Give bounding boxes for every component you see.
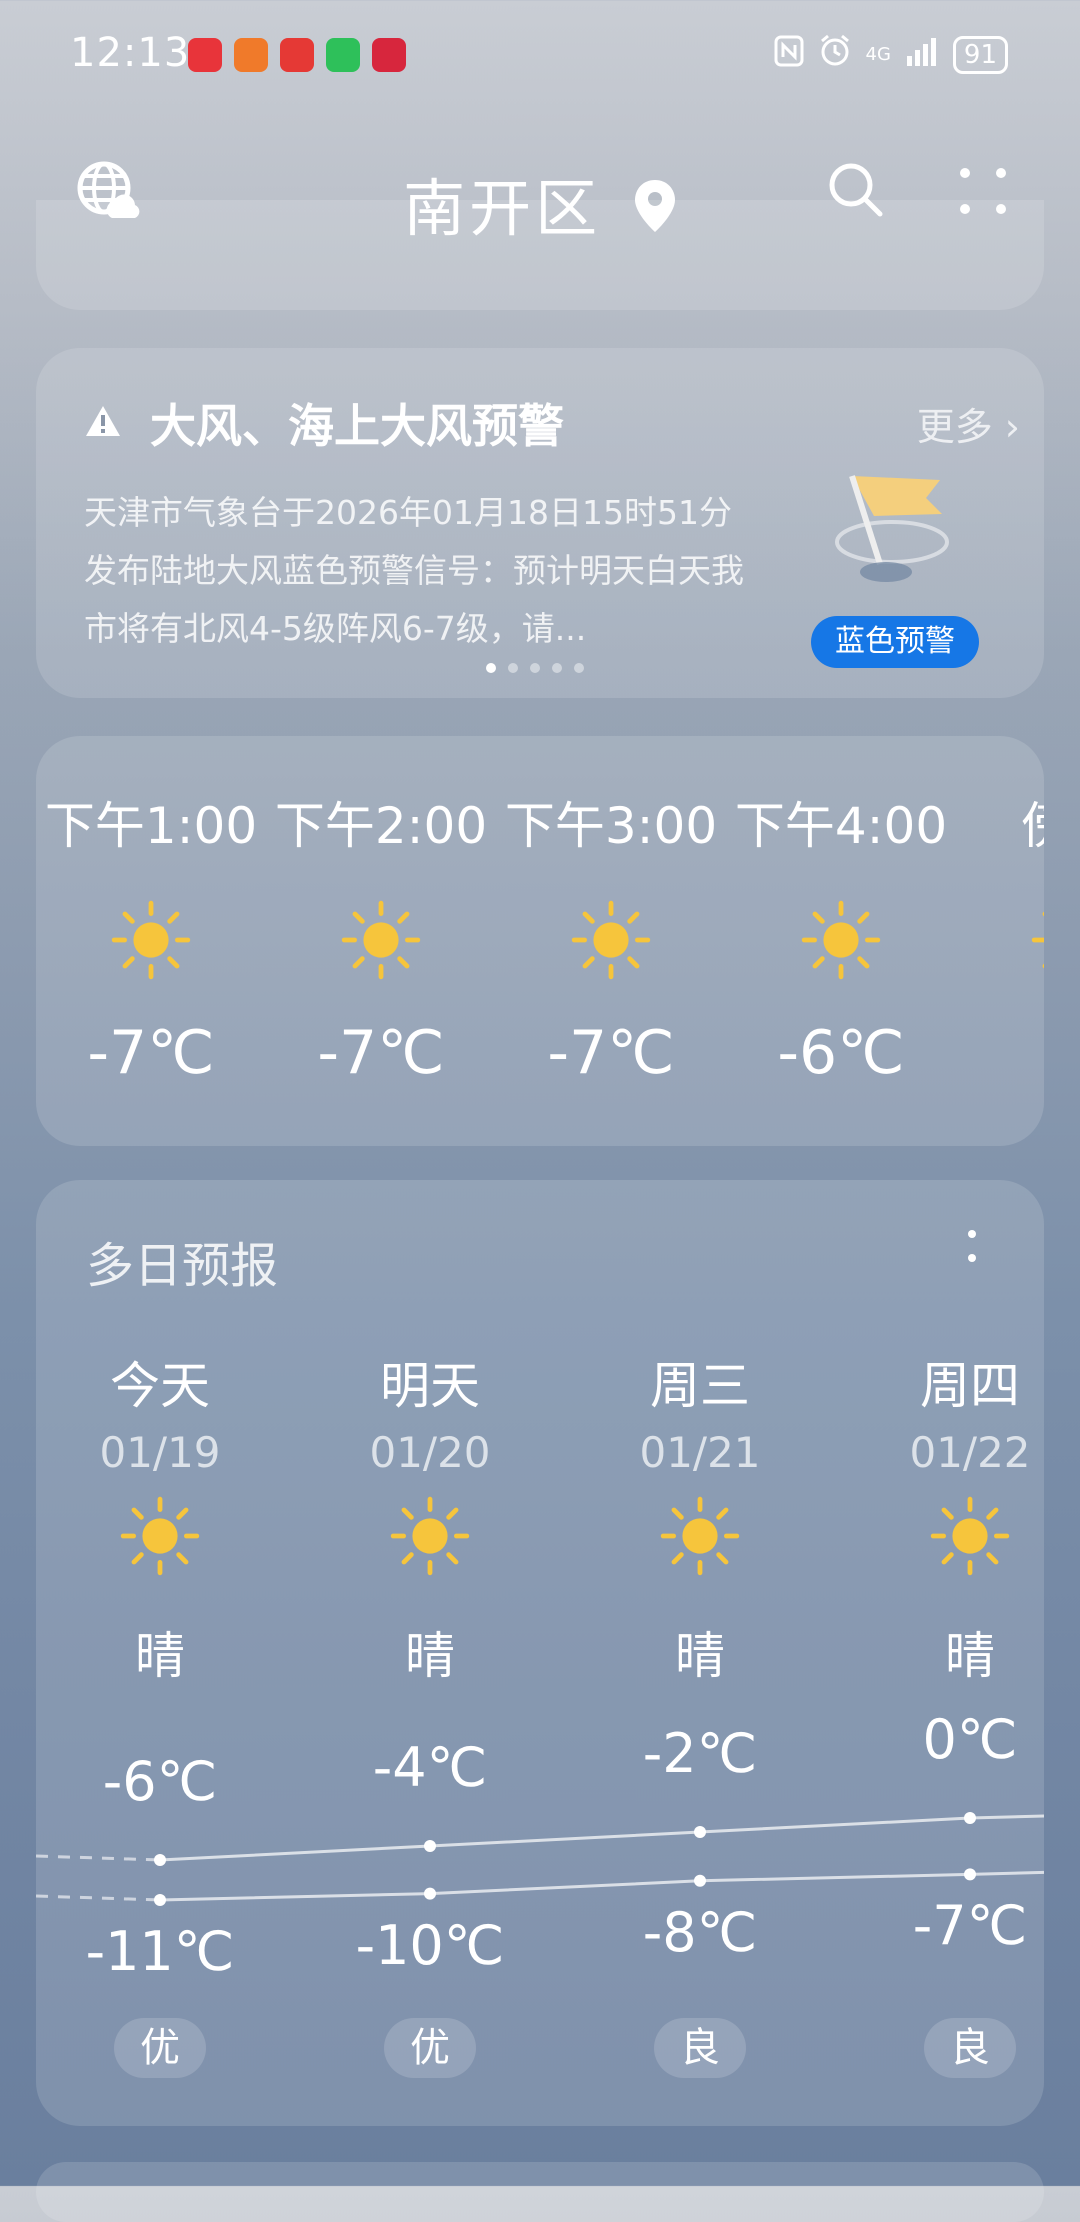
- hour-time: 傍晚: [956, 786, 1044, 858]
- low-temp-point: [424, 1887, 436, 1900]
- sun-icon: [266, 900, 496, 980]
- hour-temp: -7℃: [547, 1018, 675, 1088]
- hour-time: 下午4:00: [734, 797, 948, 855]
- day-date: 01/22: [909, 1428, 1031, 1477]
- hour-temp: -7℃: [87, 1018, 215, 1088]
- app-icon: [372, 38, 406, 72]
- aqi-badge: 良: [654, 2018, 746, 2078]
- partial-card: [36, 200, 1044, 310]
- high-temp-point: [694, 1826, 706, 1838]
- status-time: 12:13: [70, 30, 191, 76]
- aqi-badge: 优: [384, 2018, 476, 2078]
- page-dot: [574, 663, 584, 673]
- day-name: 明天: [380, 1357, 480, 1415]
- day-condition: 晴: [945, 1627, 995, 1685]
- page-dot: [508, 663, 518, 673]
- hour-temp: -6℃: [777, 1018, 905, 1088]
- network-type: 4G: [865, 43, 891, 65]
- high-temp-point: [964, 1812, 976, 1824]
- hour-temp: -: [956, 1018, 1044, 1088]
- high-temp-line: [159, 1814, 1044, 1862]
- high-temp-point: [154, 1854, 166, 1866]
- nfc-icon: [774, 35, 804, 74]
- hourly-item: 下午3:00 -7℃: [496, 736, 726, 1088]
- hour-time: 下午1:00: [44, 797, 258, 855]
- battery-indicator: 91: [952, 35, 1008, 74]
- day-date: 01/21: [639, 1428, 761, 1477]
- low-temp: -11℃: [85, 1920, 235, 1983]
- page-dot: [552, 663, 562, 673]
- low-temp-lead-dash: [36, 1894, 161, 1902]
- app-icon: [234, 38, 268, 72]
- warning-body: 天津市气象台于2026年01月18日15时51分发布陆地大风蓝色预警信号：预计明…: [84, 493, 744, 648]
- wechat-icon: [326, 38, 360, 72]
- day-name: 周三: [650, 1357, 750, 1415]
- alarm-icon: [818, 34, 852, 75]
- high-temp-point: [424, 1840, 436, 1852]
- high-temp: -4℃: [372, 1736, 488, 1799]
- sun-icon: [930, 1496, 1010, 1580]
- day-condition: 晴: [675, 1627, 725, 1685]
- high-temp: -6℃: [102, 1750, 218, 1813]
- hour-temp: -7℃: [317, 1018, 445, 1088]
- next-card: [36, 2162, 1044, 2222]
- day-condition: 晴: [135, 1627, 185, 1685]
- hourly-item: 下午2:00 -7℃: [266, 736, 496, 1088]
- low-temp-point: [154, 1894, 166, 1906]
- hour-time: 下午3:00: [504, 797, 718, 855]
- low-temp: -7℃: [912, 1894, 1028, 1958]
- warning-icon: [84, 404, 122, 442]
- low-temp: -10℃: [355, 1913, 505, 1977]
- hourly-item: 下午1:00 -7℃: [36, 736, 266, 1088]
- day-date: 01/19: [99, 1428, 221, 1477]
- hourly-item: 下午4:00 -6℃: [726, 736, 956, 1088]
- system-status-icons: 4G 91: [774, 34, 1008, 75]
- page-dot: [486, 663, 496, 673]
- sun-icon: [956, 900, 1044, 980]
- hourly-forecast-card[interactable]: 下午1:00 -7℃ 下午2:00 -7℃ 下午3:00 -7℃ 下午4:00 -6℃ 傍晚 -: [36, 736, 1044, 1146]
- pagination-dots: [486, 663, 584, 673]
- low-temp-point: [694, 1874, 706, 1887]
- aqi-badge: 良: [924, 2018, 1016, 2078]
- sun-icon: [660, 1496, 740, 1580]
- day-name: 今天: [110, 1357, 210, 1415]
- day-name: 周四: [920, 1357, 1020, 1415]
- aqi-badge: 优: [114, 2018, 206, 2078]
- low-temp: -8℃: [642, 1900, 758, 1964]
- day-date: 01/20: [369, 1428, 491, 1477]
- sun-icon: [120, 1496, 200, 1580]
- high-temp-lead-dash: [36, 1854, 161, 1862]
- sun-icon: [496, 900, 726, 980]
- warning-title: 大风、海上大风预警: [150, 399, 564, 453]
- hour-time: 下午2:00: [274, 797, 488, 855]
- sun-icon: [726, 900, 956, 980]
- multiday-columns: 今天 01/19 晴 -6℃ -11℃ 优 明天 01/20 晴 -4℃ -10℃ 优 周三 01/21 晴…: [36, 1180, 1044, 2126]
- hourly-item: 傍晚 -: [956, 736, 1044, 1088]
- sun-icon: [390, 1496, 470, 1580]
- warning-more-link[interactable]: 更多 ›: [917, 396, 1020, 451]
- wind-flag-icon: [830, 472, 960, 596]
- day-condition: 晴: [405, 1627, 455, 1685]
- notes-app-icon: [280, 38, 314, 72]
- low-temp-point: [964, 1868, 976, 1881]
- sun-icon: [36, 900, 266, 980]
- high-temp: -2℃: [642, 1722, 758, 1785]
- page-dot: [530, 663, 540, 673]
- high-temp: 0℃: [922, 1708, 1018, 1771]
- huawei-app-icon: [188, 38, 222, 72]
- warning-level-badge: 蓝色预警: [811, 616, 979, 668]
- signal-icon: [905, 36, 939, 73]
